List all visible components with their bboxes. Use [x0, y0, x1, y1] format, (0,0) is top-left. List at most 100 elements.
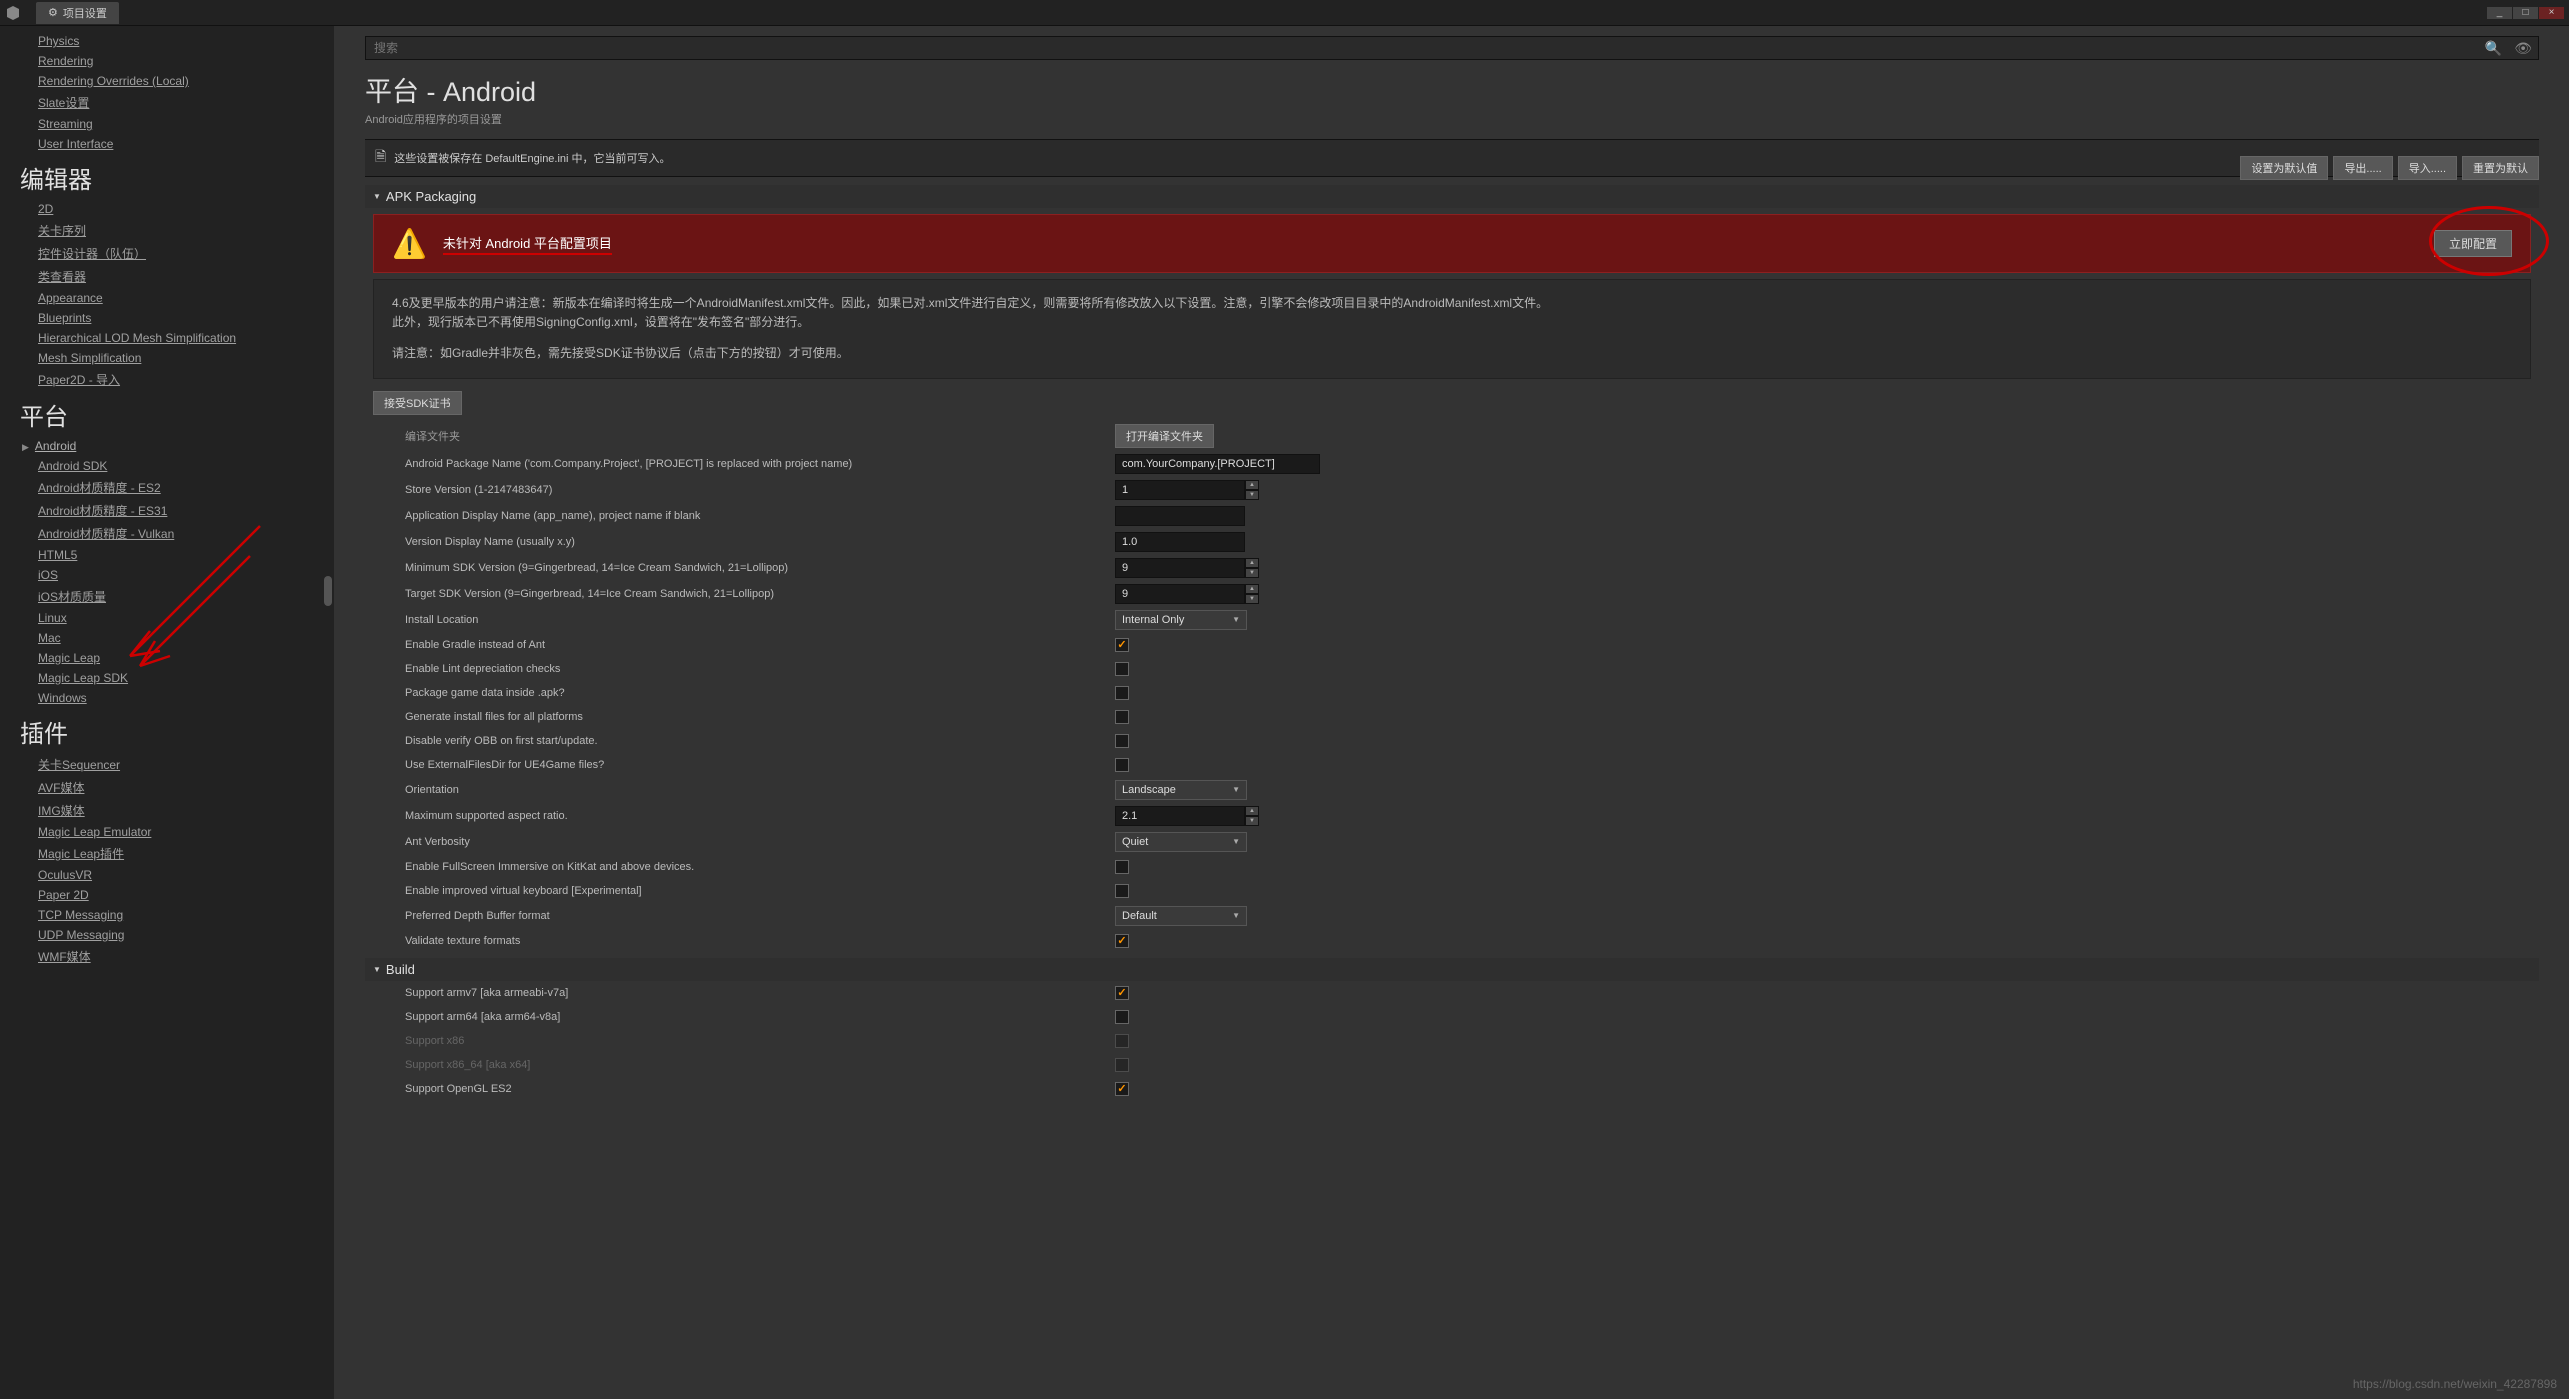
sidebar-item--sequencer[interactable]: 关卡Sequencer	[0, 753, 334, 776]
sidebar-item--[interactable]: 控件设计器（队伍）	[0, 242, 334, 265]
window-tab[interactable]: ⚙ 项目设置	[36, 2, 119, 24]
import-button[interactable]: 导入.....	[2398, 156, 2457, 180]
sidebar-item-android-es2[interactable]: Android材质精度 - ES2	[0, 476, 334, 499]
sidebar-item-rendering-overrides-local-[interactable]: Rendering Overrides (Local)	[0, 71, 334, 91]
label: Support arm64 [aka arm64-v8a]	[405, 1011, 1115, 1023]
sidebar-item-appearance[interactable]: Appearance	[0, 288, 334, 308]
store-version-input[interactable]	[1115, 480, 1245, 500]
lint-checkbox[interactable]	[1115, 662, 1129, 676]
sidebar-item-paper-2d[interactable]: Paper 2D	[0, 885, 334, 905]
maximize-button[interactable]: □	[2513, 7, 2538, 19]
label: Support armv7 [aka armeabi-v7a]	[405, 987, 1115, 999]
triangle-down-icon: ▼	[373, 192, 381, 201]
sidebar-item-blueprints[interactable]: Blueprints	[0, 308, 334, 328]
ant-verbosity-select[interactable]: Quiet▼	[1115, 832, 1247, 852]
eye-icon[interactable]: 👁	[2508, 40, 2538, 57]
aspect-ratio-input[interactable]	[1115, 806, 1245, 826]
spin-down[interactable]: ▼	[1245, 490, 1259, 500]
sidebar-item-label: Blueprints	[38, 311, 91, 325]
search-bar[interactable]: 🔍 👁	[365, 36, 2539, 60]
sidebar-item-windows[interactable]: Windows	[0, 688, 334, 708]
sidebar-item-magic-leap-[interactable]: Magic Leap插件	[0, 842, 334, 865]
scrollbar-thumb[interactable]	[324, 576, 332, 606]
sidebar-item--[interactable]: 类查看器	[0, 265, 334, 288]
spin-down[interactable]: ▼	[1245, 568, 1259, 578]
spin-down[interactable]: ▼	[1245, 816, 1259, 826]
spin-up[interactable]: ▲	[1245, 806, 1259, 816]
package-name-input[interactable]	[1115, 454, 1320, 474]
sidebar-item-streaming[interactable]: Streaming	[0, 114, 334, 134]
opengl-es2-checkbox[interactable]	[1115, 1082, 1129, 1096]
note-line-3: 请注意：如Gradle并非灰色，需先接受SDK证书协议后（点击下方的按钮）才可使…	[392, 344, 2512, 363]
search-input[interactable]	[366, 37, 2479, 59]
sidebar-item-2d[interactable]: 2D	[0, 199, 334, 219]
reset-default-button[interactable]: 重置为默认	[2462, 156, 2539, 180]
sidebar-item-android[interactable]: ▶Android	[0, 436, 334, 456]
sidebar-item-user-interface[interactable]: User Interface	[0, 134, 334, 154]
gradle-checkbox[interactable]	[1115, 638, 1129, 652]
label: Android Package Name ('com.Company.Proje…	[405, 458, 1115, 470]
open-build-folder-button[interactable]: 打开编译文件夹	[1115, 424, 1214, 448]
sidebar-item-physics[interactable]: Physics	[0, 31, 334, 51]
sidebar-item-mesh-simplification[interactable]: Mesh Simplification	[0, 348, 334, 368]
content-area: 🔍 👁 平台 - Android Android应用程序的项目设置 设置为默认值…	[335, 26, 2569, 1399]
version-display-input[interactable]	[1115, 532, 1245, 552]
sidebar-item-label: Rendering	[38, 54, 93, 68]
build-section-header[interactable]: ▼ Build	[365, 958, 2539, 981]
fullscreen-checkbox[interactable]	[1115, 860, 1129, 874]
depth-buffer-select[interactable]: Default▼	[1115, 906, 1247, 926]
sidebar-item-hierarchical-lod-mesh-simplification[interactable]: Hierarchical LOD Mesh Simplification	[0, 328, 334, 348]
min-sdk-input[interactable]	[1115, 558, 1245, 578]
sidebar-item-paper2d-[interactable]: Paper2D - 导入	[0, 368, 334, 391]
armv7-checkbox[interactable]	[1115, 986, 1129, 1000]
arm64-checkbox[interactable]	[1115, 1010, 1129, 1024]
minimize-button[interactable]: _	[2487, 7, 2512, 19]
validate-textures-checkbox[interactable]	[1115, 934, 1129, 948]
configure-now-button[interactable]: 立即配置	[2434, 230, 2512, 257]
sidebar-item-label: iOS	[38, 568, 58, 582]
spin-up[interactable]: ▲	[1245, 558, 1259, 568]
watermark: https://blog.csdn.net/weixin_42287898	[2353, 1377, 2557, 1391]
label: Install Location	[405, 614, 1115, 626]
sidebar-item-label: Android SDK	[38, 459, 107, 473]
sidebar-item--[interactable]: 关卡序列	[0, 219, 334, 242]
spin-up[interactable]: ▲	[1245, 480, 1259, 490]
package-data-checkbox[interactable]	[1115, 686, 1129, 700]
virtual-keyboard-checkbox[interactable]	[1115, 884, 1129, 898]
sidebar-item-img-[interactable]: IMG媒体	[0, 799, 334, 822]
sidebar-item-slate-[interactable]: Slate设置	[0, 91, 334, 114]
sidebar-item-label: Magic Leap插件	[38, 847, 124, 861]
sidebar-item-label: Streaming	[38, 117, 93, 131]
label: Validate texture formats	[405, 935, 1115, 947]
label: Package game data inside .apk?	[405, 687, 1115, 699]
sidebar-item-label: Physics	[38, 34, 79, 48]
sidebar-item-tcp-messaging[interactable]: TCP Messaging	[0, 905, 334, 925]
sidebar-item-label: Magic Leap	[38, 651, 100, 665]
spin-down[interactable]: ▼	[1245, 594, 1259, 604]
label: Support x86	[405, 1035, 1115, 1047]
apk-section-header[interactable]: ▼ APK Packaging	[365, 185, 2539, 208]
sidebar-item-android-sdk[interactable]: Android SDK	[0, 456, 334, 476]
set-default-button[interactable]: 设置为默认值	[2240, 156, 2328, 180]
sidebar-item-rendering[interactable]: Rendering	[0, 51, 334, 71]
close-button[interactable]: ×	[2539, 7, 2564, 19]
target-sdk-input[interactable]	[1115, 584, 1245, 604]
gen-install-checkbox[interactable]	[1115, 710, 1129, 724]
sidebar-item-label: Hierarchical LOD Mesh Simplification	[38, 331, 236, 345]
triangle-right-icon: ▶	[22, 442, 29, 453]
external-files-checkbox[interactable]	[1115, 758, 1129, 772]
label: Store Version (1-2147483647)	[405, 484, 1115, 496]
sidebar-item-wmf-[interactable]: WMF媒体	[0, 945, 334, 968]
disable-obb-checkbox[interactable]	[1115, 734, 1129, 748]
sidebar-item-magic-leap-emulator[interactable]: Magic Leap Emulator	[0, 822, 334, 842]
orientation-select[interactable]: Landscape▼	[1115, 780, 1247, 800]
spin-up[interactable]: ▲	[1245, 584, 1259, 594]
sidebar-item-udp-messaging[interactable]: UDP Messaging	[0, 925, 334, 945]
app-display-name-input[interactable]	[1115, 506, 1245, 526]
search-icon[interactable]: 🔍	[2479, 40, 2508, 57]
sidebar-item-oculusvr[interactable]: OculusVR	[0, 865, 334, 885]
install-location-select[interactable]: Internal Only▼	[1115, 610, 1247, 630]
accept-sdk-button[interactable]: 接受SDK证书	[373, 391, 462, 415]
sidebar-item-avf-[interactable]: AVF媒体	[0, 776, 334, 799]
export-button[interactable]: 导出.....	[2333, 156, 2392, 180]
